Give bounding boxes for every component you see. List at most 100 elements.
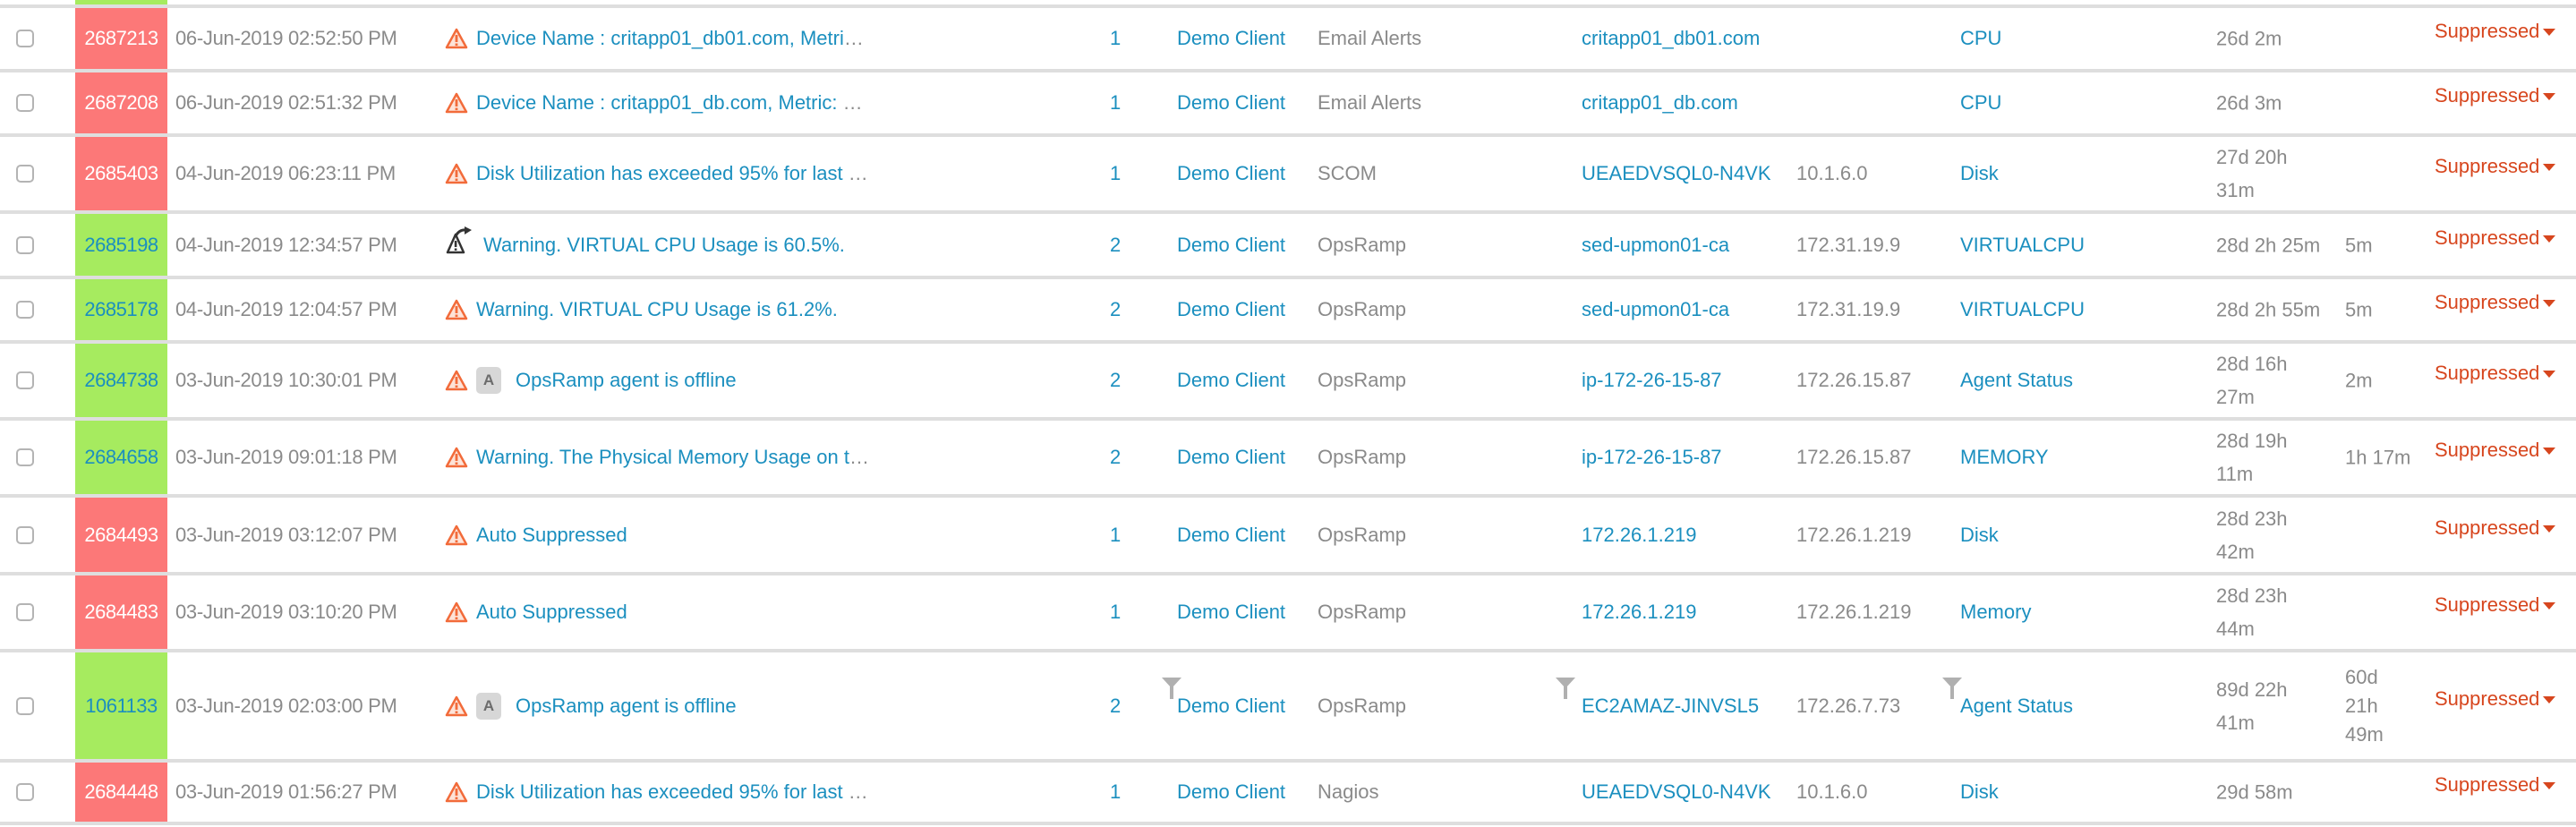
resource-link[interactable]: 172.26.1.219 bbox=[1582, 524, 1696, 547]
metric-link[interactable]: Disk bbox=[1960, 780, 1999, 804]
client-link[interactable]: Demo Client bbox=[1177, 780, 1285, 804]
metric-link[interactable]: Memory bbox=[1960, 601, 2031, 624]
row-checkbox[interactable] bbox=[16, 30, 34, 47]
row-checkbox[interactable] bbox=[16, 603, 34, 621]
caret-down-icon[interactable] bbox=[2543, 29, 2556, 37]
alert-id[interactable]: 2685403 bbox=[84, 162, 158, 185]
alert-title-link[interactable]: Disk Utilization has exceeded 95% for la… bbox=[476, 162, 868, 185]
client-link[interactable]: Demo Client bbox=[1177, 162, 1285, 185]
status-dropdown[interactable]: Suppressed bbox=[2435, 593, 2556, 617]
alert-title[interactable]: Warning. VIRTUAL CPU Usage is 61.2%. bbox=[476, 298, 838, 320]
caret-down-icon[interactable] bbox=[2543, 164, 2556, 172]
alert-title[interactable]: OpsRamp agent is offline bbox=[516, 695, 737, 717]
alert-row[interactable]: 2687208 06-Jun-2019 02:51:32 PM Device N… bbox=[0, 72, 2576, 137]
alert-count[interactable]: 1 bbox=[1110, 27, 1121, 50]
metric-link[interactable]: Disk bbox=[1960, 162, 1999, 185]
client-link[interactable]: Demo Client bbox=[1177, 91, 1285, 115]
alert-id[interactable]: 2684493 bbox=[84, 524, 158, 547]
status-label[interactable]: Suppressed bbox=[2435, 84, 2539, 107]
alert-title-link[interactable]: Auto Suppressed bbox=[476, 601, 627, 624]
alert-title-link[interactable]: Warning. VIRTUAL CPU Usage is 61.2%. bbox=[476, 298, 838, 321]
filter-icon[interactable] bbox=[1162, 678, 1181, 699]
metric-link[interactable]: CPU bbox=[1960, 27, 2001, 50]
alert-id-link[interactable]: 2687213 bbox=[75, 8, 167, 69]
alert-id-link[interactable]: 2684658 bbox=[75, 421, 167, 494]
alert-count[interactable]: 2 bbox=[1110, 234, 1121, 257]
resource-link[interactable]: sed-upmon01-ca bbox=[1582, 298, 1729, 321]
resource-link[interactable]: ip-172-26-15-87 bbox=[1582, 369, 1722, 392]
client-link[interactable]: Demo Client bbox=[1177, 524, 1285, 547]
alert-id-link[interactable]: 2684483 bbox=[75, 575, 167, 649]
alert-id-link[interactable]: 2687208 bbox=[75, 72, 167, 133]
alert-title-link[interactable]: Auto Suppressed bbox=[476, 524, 627, 547]
client-link[interactable]: Demo Client bbox=[1177, 298, 1285, 321]
status-label[interactable]: Suppressed bbox=[2435, 516, 2539, 539]
client-link[interactable]: Demo Client bbox=[1177, 27, 1285, 50]
metric-link[interactable]: VIRTUALCPU bbox=[1960, 234, 2085, 257]
alert-title[interactable]: Disk Utilization has exceeded 95% for la… bbox=[476, 780, 849, 803]
alert-id[interactable]: 2687208 bbox=[84, 91, 158, 115]
alert-count[interactable]: 2 bbox=[1110, 446, 1121, 469]
alert-title[interactable]: Warning. The Physical Memory Usage on t bbox=[476, 446, 849, 468]
metric-link[interactable]: CPU bbox=[1960, 91, 2001, 115]
alert-count[interactable]: 1 bbox=[1110, 780, 1121, 804]
alert-count[interactable]: 2 bbox=[1110, 369, 1121, 392]
status-dropdown[interactable]: Suppressed bbox=[2435, 687, 2556, 711]
alert-count[interactable]: 2 bbox=[1110, 298, 1121, 321]
row-checkbox[interactable] bbox=[16, 448, 34, 466]
caret-down-icon[interactable] bbox=[2543, 300, 2556, 308]
alert-id[interactable]: 2685198 bbox=[84, 234, 158, 257]
row-checkbox[interactable] bbox=[16, 783, 34, 801]
resource-link[interactable]: 172.26.1.219 bbox=[1582, 601, 1696, 624]
row-checkbox[interactable] bbox=[16, 94, 34, 112]
alert-count[interactable]: 1 bbox=[1110, 162, 1121, 185]
alert-row[interactable]: 2684658 03-Jun-2019 09:01:18 PM Warning.… bbox=[0, 421, 2576, 498]
client-link[interactable]: Demo Client bbox=[1177, 234, 1285, 257]
alert-title[interactable]: Device Name : critapp01_db01.com, Metri bbox=[476, 27, 844, 49]
status-dropdown[interactable]: Suppressed bbox=[2435, 773, 2556, 797]
metric-link[interactable]: MEMORY bbox=[1960, 446, 2049, 469]
status-label[interactable]: Suppressed bbox=[2435, 687, 2539, 710]
alert-id-link[interactable]: 1061133 bbox=[75, 652, 167, 759]
metric-link[interactable]: Disk bbox=[1960, 524, 1999, 547]
alert-title-link[interactable]: Device Name : critapp01_db.com, Metric: … bbox=[476, 91, 863, 115]
caret-down-icon[interactable] bbox=[2543, 602, 2556, 610]
status-label[interactable]: Suppressed bbox=[2435, 226, 2539, 249]
alert-title-link[interactable]: Device Name : critapp01_db01.com, Metri… bbox=[476, 27, 864, 50]
alert-title[interactable]: Auto Suppressed bbox=[476, 524, 627, 546]
alert-title-link[interactable]: Disk Utilization has exceeded 95% for la… bbox=[476, 780, 868, 804]
alert-row[interactable]: 1061133 03-Jun-2019 02:03:00 PM A OpsRam… bbox=[0, 652, 2576, 763]
alert-id[interactable]: 2684658 bbox=[84, 446, 158, 469]
alert-row[interactable]: 2685198 04-Jun-2019 12:34:57 PM Warning.… bbox=[0, 214, 2576, 279]
caret-down-icon[interactable] bbox=[2543, 782, 2556, 790]
caret-down-icon[interactable] bbox=[2543, 695, 2556, 703]
caret-down-icon[interactable] bbox=[2543, 371, 2556, 379]
status-dropdown[interactable]: Suppressed bbox=[2435, 226, 2556, 250]
alert-id-link[interactable]: 2685403 bbox=[75, 137, 167, 210]
alert-count[interactable]: 2 bbox=[1110, 695, 1121, 718]
metric-link[interactable]: Agent Status bbox=[1960, 369, 2073, 392]
status-label[interactable]: Suppressed bbox=[2435, 439, 2539, 461]
alert-id[interactable]: 2687213 bbox=[84, 27, 158, 50]
status-dropdown[interactable]: Suppressed bbox=[2435, 155, 2556, 178]
alert-title-link[interactable]: Warning. The Physical Memory Usage on t… bbox=[476, 446, 869, 469]
alert-title[interactable]: Device Name : critapp01_db.com, Metric: bbox=[476, 91, 843, 114]
alert-title[interactable]: Auto Suppressed bbox=[476, 601, 627, 623]
alert-title[interactable]: OpsRamp agent is offline bbox=[516, 369, 737, 391]
resource-link[interactable]: UEAEDVSQL0-N4VK bbox=[1582, 780, 1771, 804]
alert-count[interactable]: 1 bbox=[1110, 601, 1121, 624]
alert-id[interactable]: 2684448 bbox=[84, 780, 158, 804]
alert-row[interactable]: 2685403 04-Jun-2019 06:23:11 PM Disk Uti… bbox=[0, 137, 2576, 214]
resource-link[interactable]: EC2AMAZ-JINVSL5 bbox=[1582, 695, 1759, 718]
status-dropdown[interactable]: Suppressed bbox=[2435, 362, 2556, 385]
status-label[interactable]: Suppressed bbox=[2435, 362, 2539, 384]
alert-row[interactable]: 2684493 03-Jun-2019 03:12:07 PM Auto Sup… bbox=[0, 498, 2576, 575]
alert-count[interactable]: 1 bbox=[1110, 91, 1121, 115]
resource-link[interactable]: sed-upmon01-ca bbox=[1582, 234, 1729, 257]
alert-title-link[interactable]: OpsRamp agent is offline bbox=[516, 695, 737, 718]
status-dropdown[interactable]: Suppressed bbox=[2435, 291, 2556, 314]
row-checkbox[interactable] bbox=[16, 525, 34, 544]
status-dropdown[interactable]: Suppressed bbox=[2435, 84, 2556, 107]
status-dropdown[interactable]: Suppressed bbox=[2435, 20, 2556, 43]
alert-id-link[interactable]: 2685178 bbox=[75, 279, 167, 340]
